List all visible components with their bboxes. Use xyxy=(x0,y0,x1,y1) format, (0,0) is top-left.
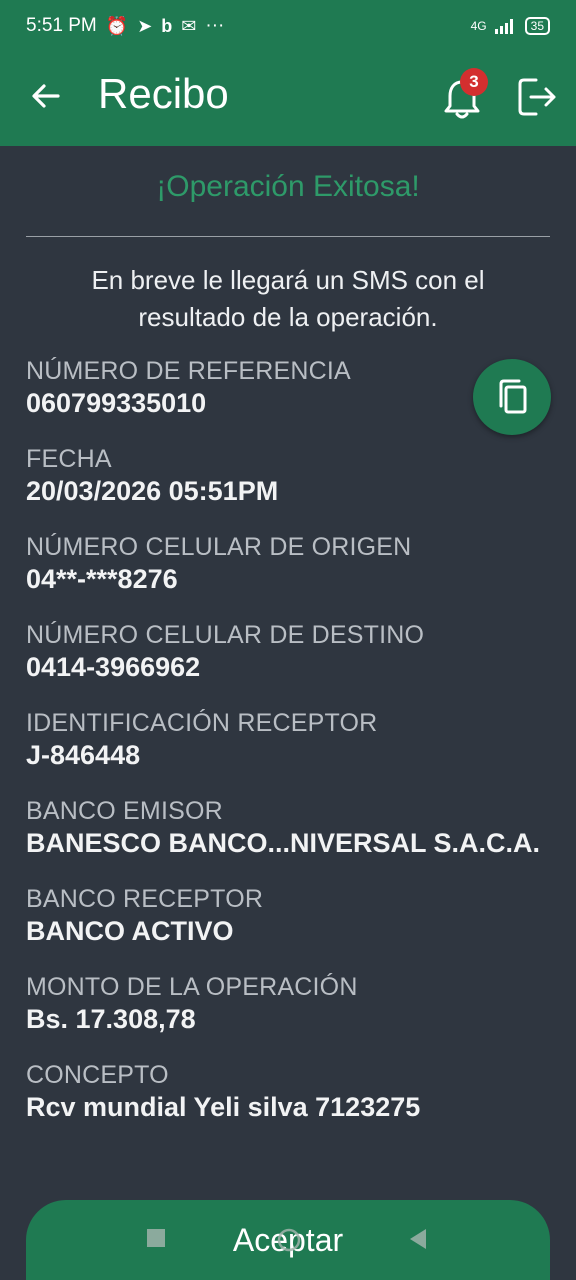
field-value: 04**-***8276 xyxy=(26,564,178,594)
app-bar: Recibo 3 xyxy=(0,52,576,146)
more-notifications-icon: ··· xyxy=(205,15,225,36)
b-icon: b xyxy=(161,16,173,36)
field-label: NÚMERO DE REFERENCIA xyxy=(26,357,351,385)
alarm-icon: ⏰ xyxy=(105,16,129,36)
field-issuing-bank: BANCO EMISOR BANESCO BANCO...NIVERSAL S.… xyxy=(26,797,556,859)
field-concept: CONCEPTO Rcv mundial Yeli silva 7123275 xyxy=(26,1061,556,1123)
status-bar-left: 5:51 PM ⏰ ➤ b ✉ ··· xyxy=(26,15,224,37)
field-value: Rcv mundial Yeli silva 7123275 xyxy=(26,1092,421,1122)
field-value: Bs. 17.308,78 xyxy=(26,1004,196,1034)
page-title: Recibo xyxy=(98,70,229,117)
field-value: 0414-3966962 xyxy=(26,652,201,682)
status-bar-right: 4G 35 xyxy=(471,17,550,35)
field-value: BANCO ACTIVO xyxy=(26,916,234,946)
back-nav-icon[interactable] xyxy=(408,1228,428,1250)
status-bar: 5:51 PM ⏰ ➤ b ✉ ··· 4G 35 xyxy=(0,0,576,52)
field-label: BANCO EMISOR xyxy=(26,797,223,825)
recents-icon[interactable] xyxy=(146,1228,166,1248)
divider xyxy=(26,236,550,237)
field-label: MONTO DE LA OPERACIÓN xyxy=(26,973,358,1001)
telegram-icon: ➤ xyxy=(137,16,153,36)
network-type: 4G xyxy=(470,19,487,33)
field-label: NÚMERO CELULAR DE DESTINO xyxy=(26,621,425,649)
field-receiving-bank: BANCO RECEPTOR BANCO ACTIVO xyxy=(26,885,556,947)
logout-icon[interactable] xyxy=(516,76,558,118)
field-value: 060799335010 xyxy=(26,388,207,418)
field-reference-number: NÚMERO DE REFERENCIA 060799335010 xyxy=(26,357,556,419)
field-value: J-846448 xyxy=(26,740,141,770)
field-label: IDENTIFICACIÓN RECEPTOR xyxy=(26,709,378,737)
field-label: FECHA xyxy=(26,445,112,473)
mail-icon: ✉ xyxy=(181,16,197,36)
field-amount: MONTO DE LA OPERACIÓN Bs. 17.308,78 xyxy=(26,973,556,1035)
field-label: CONCEPTO xyxy=(26,1061,169,1089)
success-title: ¡Operación Exitosa! xyxy=(156,170,420,203)
signal-icon xyxy=(494,19,513,34)
sms-message: En breve le llegará un SMS con el result… xyxy=(91,265,485,332)
field-date: FECHA 20/03/2026 05:51PM xyxy=(26,445,556,507)
field-receiver-id: IDENTIFICACIÓN RECEPTOR J-846448 xyxy=(26,709,556,771)
field-value: 20/03/2026 05:51PM xyxy=(26,476,279,506)
field-label: NÚMERO CELULAR DE ORIGEN xyxy=(26,533,412,561)
field-label: BANCO RECEPTOR xyxy=(26,885,264,913)
back-arrow-icon[interactable] xyxy=(26,76,66,116)
notification-badge: 3 xyxy=(460,68,488,96)
battery-icon: 35 xyxy=(524,17,550,35)
field-origin-phone: NÚMERO CELULAR DE ORIGEN 04**-***8276 xyxy=(26,533,556,595)
home-icon[interactable] xyxy=(277,1228,301,1252)
field-destination-phone: NÚMERO CELULAR DE DESTINO 0414-3966962 xyxy=(26,621,556,683)
field-value: BANESCO BANCO...NIVERSAL S.A.C.A. xyxy=(26,828,541,858)
status-time: 5:51 PM xyxy=(26,15,97,36)
